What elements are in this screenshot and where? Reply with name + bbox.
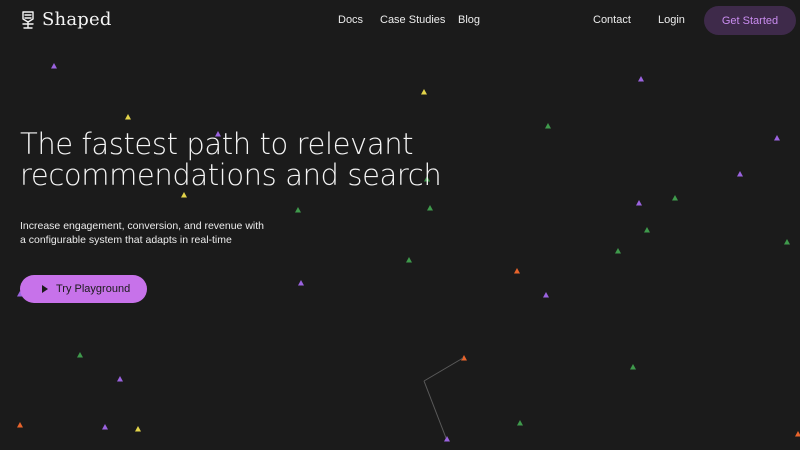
particle-triangle: [181, 192, 187, 198]
particle-triangle: [17, 422, 23, 428]
nav-link-case-studies[interactable]: Case Studies: [380, 14, 445, 26]
connection-line: [423, 380, 447, 439]
particle-triangle: [461, 355, 467, 361]
hero-subtitle: Increase engagement, conversion, and rev…: [20, 219, 264, 247]
particle-triangle: [295, 207, 301, 213]
try-playground-button[interactable]: Try Playground: [20, 275, 147, 303]
hero-title: The fastest path to relevant recommendat…: [20, 127, 442, 192]
shaped-logo-icon: [22, 10, 34, 29]
particle-triangle: [638, 76, 644, 82]
particle-triangle: [117, 376, 123, 382]
particle-triangle: [51, 63, 57, 69]
particle-triangle: [644, 227, 650, 233]
nav-link-docs[interactable]: Docs: [338, 14, 363, 26]
particle-triangle: [545, 123, 551, 129]
particle-triangle: [615, 248, 621, 254]
particle-triangle: [517, 420, 523, 426]
connection-line: [423, 357, 464, 382]
particle-triangle: [737, 171, 743, 177]
particle-triangle: [774, 135, 780, 141]
get-started-button[interactable]: Get Started: [704, 6, 796, 35]
hero-subtitle-line: a configurable system that adapts in rea…: [20, 234, 232, 246]
particle-triangle: [795, 431, 800, 437]
nav-link-login[interactable]: Login: [658, 14, 685, 26]
particle-triangle: [421, 89, 427, 95]
particle-triangle: [630, 364, 636, 370]
particle-triangle: [125, 114, 131, 120]
particle-triangle: [298, 280, 304, 286]
hero-title-line: recommendations and search: [20, 158, 442, 192]
brand-name: Shaped: [42, 9, 112, 30]
play-icon: [42, 285, 48, 293]
brand-logo[interactable]: Shaped: [20, 9, 112, 30]
particle-triangle: [784, 239, 790, 245]
particle-triangle: [672, 195, 678, 201]
particle-triangle: [77, 352, 83, 358]
nav-link-blog[interactable]: Blog: [458, 14, 480, 26]
particle-triangle: [636, 200, 642, 206]
particle-triangle: [135, 426, 141, 432]
particle-triangle: [444, 436, 450, 442]
nav-link-contact[interactable]: Contact: [593, 14, 631, 26]
particle-triangle: [406, 257, 412, 263]
top-navbar: Shaped Docs Case Studies Blog Contact Lo…: [0, 0, 800, 42]
hero-subtitle-line: Increase engagement, conversion, and rev…: [20, 220, 264, 232]
try-playground-label: Try Playground: [56, 283, 131, 295]
hero-title-line: The fastest path to relevant: [20, 127, 414, 161]
particle-triangle: [543, 292, 549, 298]
particle-triangle: [514, 268, 520, 274]
particle-triangle: [102, 424, 108, 430]
particle-triangle: [427, 205, 433, 211]
